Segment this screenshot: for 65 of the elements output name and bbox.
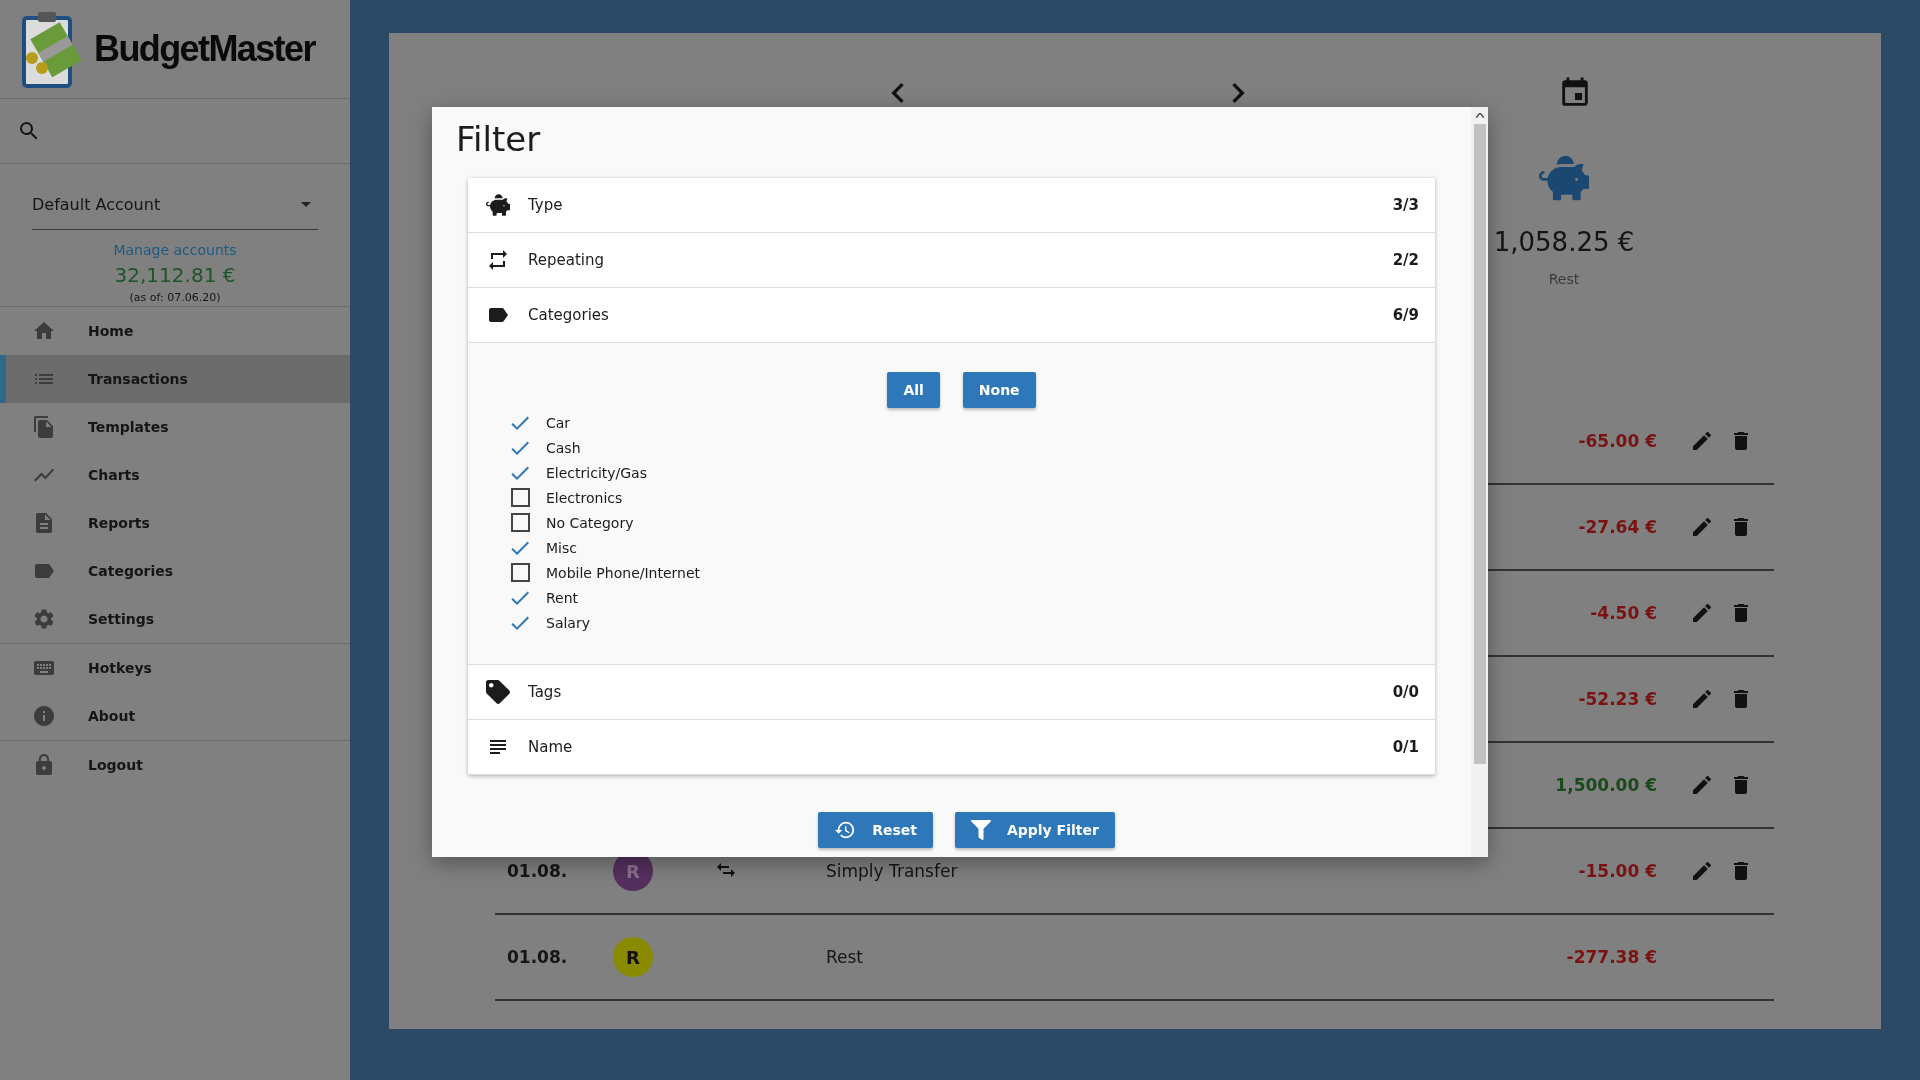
edit-icon[interactable] <box>1690 601 1714 625</box>
category-option[interactable]: Mobile Phone/Internet <box>508 560 1435 585</box>
transaction-amount: -65.00 € <box>1577 431 1657 451</box>
apply-filter-button[interactable]: Apply Filter <box>954 812 1115 848</box>
filter-icon <box>970 820 991 840</box>
sidebar-item[interactable]: Home <box>0 307 350 355</box>
filter-section-header[interactable]: Tags 0/0 <box>468 665 1435 720</box>
category-option[interactable]: Misc <box>508 535 1435 560</box>
account-select[interactable]: Default Account <box>32 180 318 230</box>
sidebar-item[interactable]: Transactions <box>0 355 350 403</box>
sidebar-item[interactable]: Templates <box>0 403 350 451</box>
checkbox[interactable] <box>508 510 532 535</box>
piggy-bank-icon <box>486 193 510 217</box>
transaction-amount: -4.50 € <box>1589 603 1657 623</box>
sidebar-item[interactable]: Charts <box>0 451 350 499</box>
category-option[interactable]: Cash <box>508 435 1435 460</box>
transaction-date: 01.08. <box>507 947 568 967</box>
filter-section-header[interactable]: Name 0/1 <box>468 720 1435 775</box>
sidebar-item[interactable]: Hotkeys <box>0 644 350 692</box>
scrollbar[interactable] <box>1471 107 1488 857</box>
category-avatar: R <box>613 937 653 977</box>
edit-icon[interactable] <box>1690 687 1714 711</box>
transaction-amount: 1,500.00 € <box>1554 775 1657 795</box>
transaction-date: 01.08. <box>507 861 568 881</box>
category-option[interactable]: Car <box>508 410 1435 435</box>
edit-icon[interactable] <box>1690 429 1714 453</box>
summary-label: Rest <box>1548 271 1580 287</box>
transaction-amount: -52.23 € <box>1577 689 1657 709</box>
transaction-amount: -27.64 € <box>1577 517 1657 537</box>
sidebar-item[interactable]: Reports <box>0 499 350 547</box>
filter-section-header[interactable]: Repeating 2/2 <box>468 233 1435 288</box>
settings-icon <box>32 607 56 631</box>
category-option[interactable]: Electricity/Gas <box>508 460 1435 485</box>
checkbox[interactable] <box>508 560 532 585</box>
select-toggle-button[interactable]: All <box>887 372 940 408</box>
sidebar-item[interactable]: Logout <box>0 741 350 789</box>
category-option[interactable]: Rent <box>508 585 1435 610</box>
edit-icon[interactable] <box>1690 515 1714 539</box>
info-icon <box>32 704 56 728</box>
category-option[interactable]: Electronics <box>508 485 1435 510</box>
dropdown-caret-icon <box>301 202 311 207</box>
sidebar-item[interactable]: About <box>0 692 350 740</box>
app-name: BudgetMaster <box>94 28 315 70</box>
transaction-name: Rest <box>826 947 864 967</box>
dialog-title: Filter <box>455 118 542 161</box>
category-option[interactable]: No Category <box>508 510 1435 535</box>
edit-icon[interactable] <box>1690 859 1714 883</box>
transaction-name: Simply Transfer <box>826 861 958 881</box>
transaction-amount: -15.00 € <box>1577 861 1657 881</box>
edit-icon[interactable] <box>1690 773 1714 797</box>
filter-section-header[interactable]: Type 3/3 <box>468 178 1435 233</box>
balance-date: (as of: 07.06.20) <box>129 291 221 304</box>
sidebar-item[interactable]: Categories <box>0 547 350 595</box>
copy-icon <box>32 415 56 439</box>
checkbox[interactable] <box>508 485 532 510</box>
account-balance: 32,112.81 € <box>114 263 236 287</box>
transaction-amount: -277.38 € <box>1565 947 1657 967</box>
reset-button[interactable]: Reset <box>818 812 933 848</box>
select-toggle-button[interactable]: None <box>962 372 1036 408</box>
tag-icon <box>486 680 510 704</box>
summary-amount: 1,058.25 € <box>1493 227 1635 257</box>
sidebar-item[interactable]: Settings <box>0 595 350 643</box>
piggy-bank-icon <box>1539 153 1589 203</box>
category-option[interactable]: Salary <box>508 610 1435 635</box>
reset-icon <box>834 819 857 841</box>
